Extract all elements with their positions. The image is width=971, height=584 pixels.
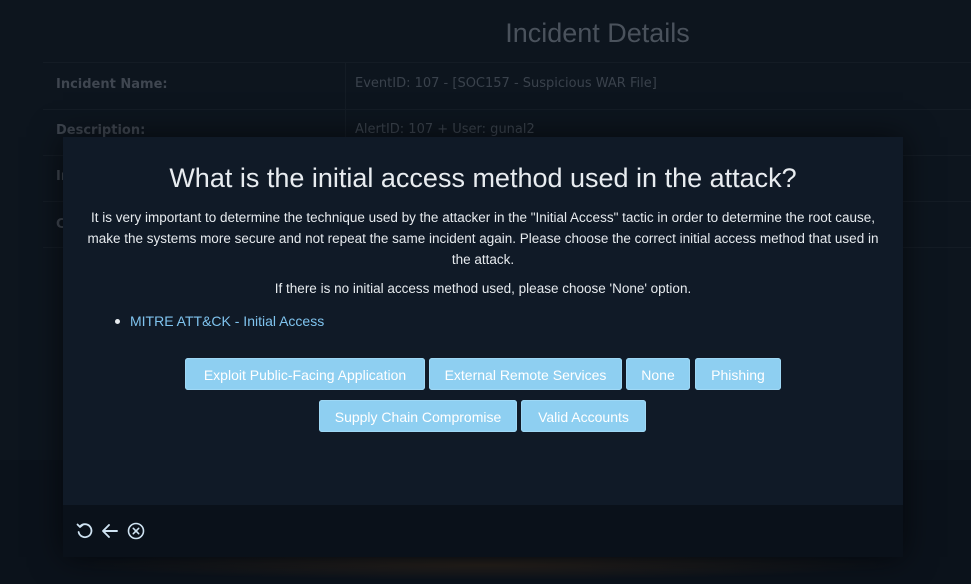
list-item: MITRE ATT&CK - Initial Access (115, 313, 324, 329)
close-circle-icon[interactable] (126, 521, 146, 541)
question-title: What is the initial access method used i… (169, 163, 797, 193)
modal-footer (63, 505, 903, 557)
mitre-initial-access-link[interactable]: MITRE ATT&CK - Initial Access (130, 313, 324, 329)
option-phishing-button[interactable]: Phishing (695, 358, 781, 390)
row-label: Description: (56, 123, 146, 138)
row-label: Incident Name: (56, 77, 168, 92)
initial-access-question-modal: What is the initial access method used i… (63, 137, 903, 557)
bullet-icon (115, 318, 120, 324)
reference-list: MITRE ATT&CK - Initial Access (115, 313, 324, 329)
back-arrow-icon[interactable] (100, 521, 120, 541)
option-external-remote-services-button[interactable]: External Remote Services (429, 358, 622, 390)
table-row: Incident Name: EventID: 107 - [SOC157 - … (43, 63, 971, 110)
page-title: Incident Details (505, 18, 690, 48)
option-supply-chain-compromise-button[interactable]: Supply Chain Compromise (319, 400, 517, 432)
option-none-button[interactable]: None (626, 358, 690, 390)
question-description: It is very important to determine the te… (87, 210, 879, 267)
refresh-icon[interactable] (75, 521, 95, 541)
option-valid-accounts-button[interactable]: Valid Accounts (521, 400, 646, 432)
row-value: AlertID: 107 + User: gunal2 (355, 122, 535, 137)
none-option-note: If there is no initial access method use… (274, 281, 692, 296)
row-value: EventID: 107 - [SOC157 - Suspicious WAR … (355, 76, 657, 91)
option-exploit-public-facing-application-button[interactable]: Exploit Public-Facing Application (185, 358, 425, 390)
